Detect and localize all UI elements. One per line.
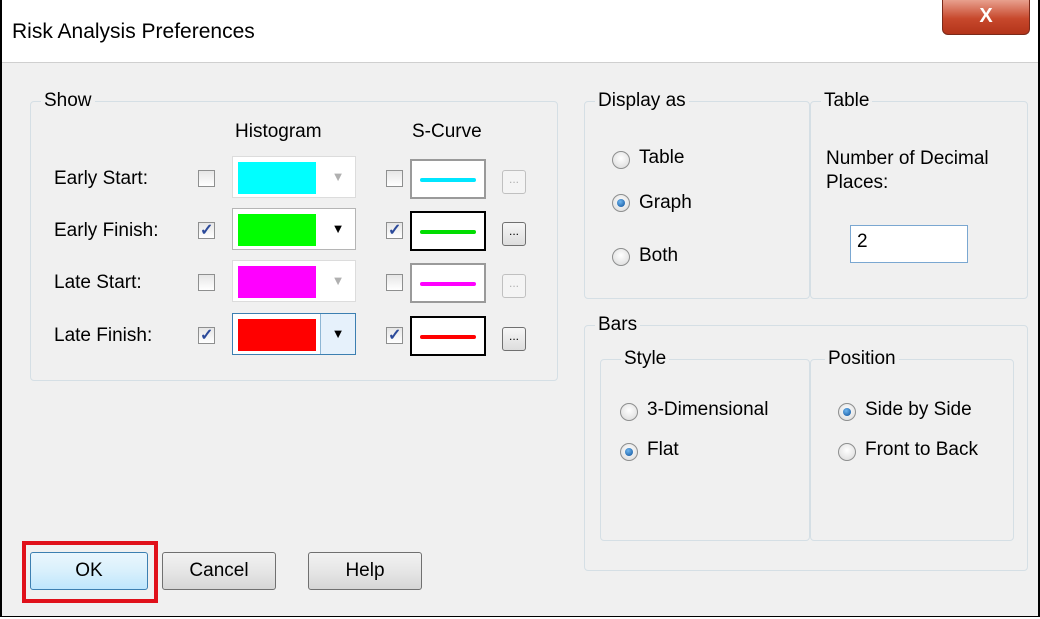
histogram-header: Histogram [235,121,322,142]
title-bar: Risk Analysis Preferences X [2,0,1038,62]
position-front-to-back-radio[interactable] [838,443,856,461]
late-finish-label: Late Finish: [54,325,153,346]
early-start-line-picker-button[interactable]: ... [502,170,526,194]
decimal-places-label: Number of Decimal Places: [826,148,989,193]
display-graph-label: Graph [639,192,692,213]
table-group: Table [810,90,1028,299]
line-sample [420,178,476,182]
display-as-group-title: Display as [595,90,689,112]
bars-position-title: Position [825,348,899,370]
style-3d-radio[interactable] [620,403,638,421]
display-table-radio[interactable] [612,151,630,169]
chevron-down-icon: ▼ [331,273,345,288]
early-start-line-preview [410,159,486,199]
early-finish-histogram-checkbox[interactable] [198,220,215,240]
late-start-line-picker-button[interactable]: ... [502,274,526,298]
display-graph-radio[interactable] [612,194,630,212]
decimal-places-input[interactable]: 2 [850,225,968,263]
dialog-window: Risk Analysis Preferences X Show Histogr… [0,0,1040,617]
early-start-color-swatch [238,162,316,194]
late-start-line-preview [410,263,486,303]
late-finish-color-dropdown[interactable]: ▼ [232,313,356,355]
late-start-scurve-checkbox[interactable] [386,274,403,291]
table-group-title: Table [821,90,873,112]
late-start-label: Late Start: [54,272,142,293]
style-3d-label: 3-Dimensional [647,399,769,420]
early-finish-color-swatch [238,214,316,246]
cancel-button[interactable]: Cancel [162,552,276,590]
show-group-title: Show [41,90,95,112]
late-start-color-swatch [238,266,316,298]
bars-style-title: Style [621,348,670,370]
style-flat-radio[interactable] [620,443,638,461]
chevron-down-icon: ▼ [331,169,345,184]
line-sample [420,282,476,286]
style-flat-label: Flat [647,439,679,460]
scurve-header: S-Curve [412,121,482,142]
early-start-histogram-checkbox[interactable] [198,170,215,187]
late-finish-line-preview [410,316,486,356]
early-start-color-dropdown[interactable]: ▼ [232,156,356,198]
line-sample [420,230,476,234]
help-button[interactable]: Help [308,552,422,590]
close-button[interactable]: X [942,0,1030,35]
display-both-radio[interactable] [612,248,630,266]
late-start-color-dropdown[interactable]: ▼ [232,260,356,302]
late-finish-color-swatch [238,319,316,351]
bars-group-title: Bars [595,314,641,336]
position-side-by-side-label: Side by Side [865,399,972,420]
chevron-down-icon: ▼ [331,221,345,236]
display-table-label: Table [639,147,685,168]
late-finish-histogram-checkbox[interactable] [198,325,215,345]
dialog-body: Show Histogram S-Curve Early Start: ▼ ..… [2,62,1038,616]
early-finish-line-picker-button[interactable]: ... [502,222,526,246]
late-start-histogram-checkbox[interactable] [198,274,215,291]
dialog-title: Risk Analysis Preferences [12,20,255,43]
early-start-scurve-checkbox[interactable] [386,170,403,187]
early-finish-line-preview [410,211,486,251]
late-finish-line-picker-button[interactable]: ... [502,327,526,351]
line-sample [420,335,476,339]
display-both-label: Both [639,245,679,266]
position-front-to-back-label: Front to Back [865,439,978,460]
early-finish-color-dropdown[interactable]: ▼ [232,208,356,250]
early-start-label: Early Start: [54,168,148,189]
position-side-by-side-radio[interactable] [838,403,856,421]
late-finish-scurve-checkbox[interactable] [386,325,403,345]
ok-button[interactable]: OK [30,552,148,590]
early-finish-label: Early Finish: [54,220,159,241]
chevron-down-icon: ▼ [320,314,355,354]
early-finish-scurve-checkbox[interactable] [386,220,403,240]
